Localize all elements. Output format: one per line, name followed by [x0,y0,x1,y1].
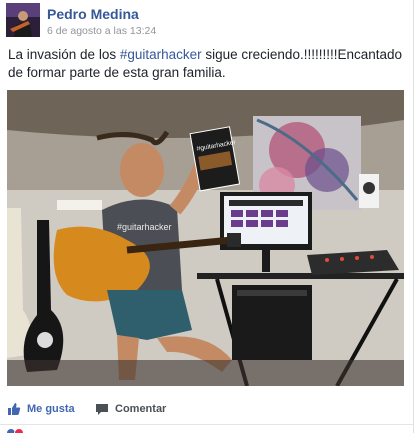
like-button[interactable]: Me gusta [7,401,75,417]
comment-label: Comentar [115,403,167,415]
shirt-text: #guitarhacker [117,222,172,232]
comment-button[interactable]: Comentar [95,401,166,417]
post-photo[interactable]: #guitarhacker #guitarhacker [7,90,404,386]
post-actions: Me gusta Comentar [0,396,414,422]
thumbs-up-icon [7,402,21,416]
love-reaction-icon [14,428,24,433]
divider [0,424,414,425]
speech-bubble-icon [95,402,109,416]
hashtag-link[interactable]: #guitarhacker [120,47,202,62]
post-text-part: La invasión de los [8,47,120,62]
facebook-post: Pedro Medina 6 de agosto a las 13:24 La … [0,0,414,433]
avatar[interactable] [6,3,40,37]
post-text: La invasión de los #guitarhacker sigue c… [8,46,408,82]
like-label: Me gusta [27,403,75,415]
author-name[interactable]: Pedro Medina [47,6,139,22]
post-timestamp[interactable]: 6 de agosto a las 13:24 [47,25,156,37]
